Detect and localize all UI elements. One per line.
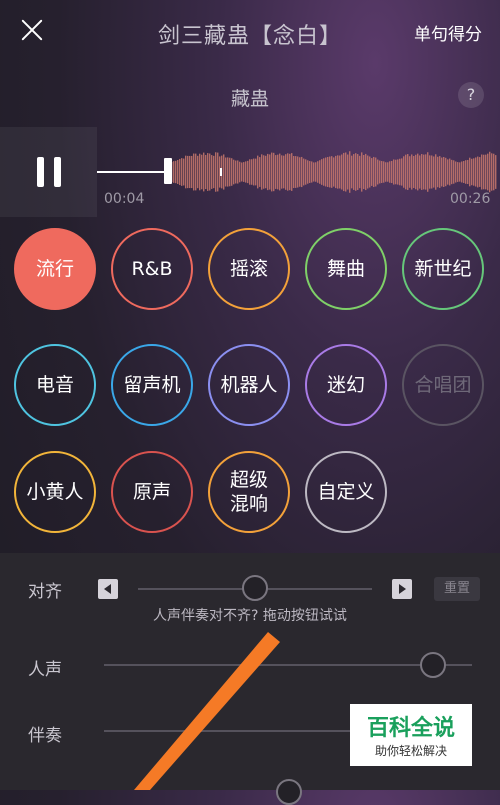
watermark-title: 百科全说 (366, 716, 455, 741)
annotation-arrow (134, 632, 280, 790)
watermark-logo: 百科全说 助你轻松解决 (350, 704, 472, 766)
watermark-subtitle: 助你轻松解决 (374, 744, 447, 758)
